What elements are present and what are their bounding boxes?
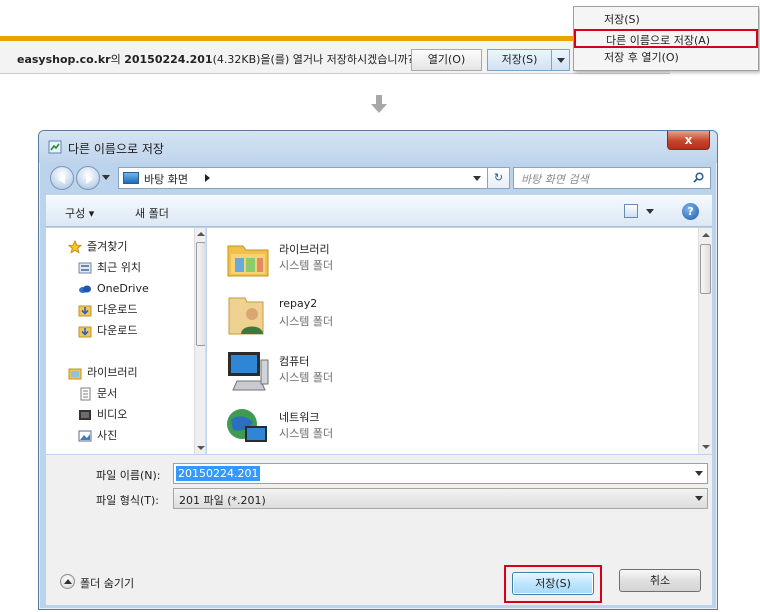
nav-label: 문서: [97, 387, 118, 400]
download-connector: 의: [110, 53, 125, 66]
search-placeholder: 바탕 화면 검색: [521, 173, 589, 186]
hide-folders-label: 폴더 숨기기: [80, 577, 135, 590]
nav-label: 최근 위치: [97, 261, 141, 274]
save-options-panel: 파일 이름(N): 20150224.201 파일 형식(T): 201 파일 …: [46, 455, 712, 605]
address-dropdown-icon[interactable]: [473, 176, 481, 181]
save-button-highlight: 저장(S): [504, 565, 602, 603]
organize-menu[interactable]: 구성 ▾: [65, 205, 94, 221]
filename-label: 파일 이름(N):: [96, 469, 161, 482]
navigation-row: 바탕 화면 ↻ 바탕 화면 검색: [46, 164, 712, 192]
filename-input[interactable]: 20150224.201: [173, 463, 708, 484]
dialog-title: 다른 이름으로 저장: [68, 142, 164, 156]
nav-label: 비디오: [97, 408, 128, 421]
filetype-dropdown-icon[interactable]: [695, 496, 703, 501]
refresh-button[interactable]: ↻: [488, 167, 510, 189]
menu-item-save-and-open[interactable]: 저장 후 열기(O): [574, 48, 758, 67]
desktop-icon: [123, 172, 139, 184]
save-dialog-icon: [48, 140, 62, 154]
file-list: 라이브러리 시스템 폴더 repay2 시스템 폴더 컴퓨터 시스템 폴더 네트…: [207, 228, 712, 454]
nav-label: OneDrive: [97, 282, 149, 295]
file-list-scrollbar[interactable]: [698, 228, 712, 454]
library-folder-icon: [227, 245, 269, 277]
back-button[interactable]: [50, 166, 74, 190]
item-type: 시스템 폴더: [279, 427, 334, 440]
dialog-title-bar: 다른 이름으로 저장 x: [39, 131, 717, 163]
video-icon: [79, 410, 91, 420]
breadcrumb-desktop[interactable]: 바탕 화면: [144, 171, 188, 187]
network-icon: [227, 409, 267, 442]
save-options-menu: 저장(S) 다른 이름으로 저장(A) 저장 후 열기(O): [573, 6, 759, 71]
cancel-button[interactable]: 취소: [619, 569, 701, 592]
item-name: repay2: [279, 297, 318, 310]
download-size-text: (4.32KB)을(를) 열거나 저장하시겠습니까?: [212, 53, 414, 66]
nav-label: 다운로드: [97, 324, 138, 337]
nav-label: 즐겨찾기: [87, 240, 128, 253]
document-icon: [80, 387, 91, 401]
item-name: 네트워크: [279, 411, 320, 424]
step-arrow-icon: [371, 95, 387, 115]
open-button[interactable]: 열기(O): [411, 49, 482, 71]
recent-locations-dropdown-icon[interactable]: [102, 175, 110, 180]
recent-places-icon: [78, 262, 92, 274]
dialog-save-button[interactable]: 저장(S): [512, 572, 594, 595]
filename-dropdown-icon[interactable]: [695, 471, 703, 476]
save-as-dialog: 다른 이름으로 저장 x 바탕 화면 ↻ 바탕 화면 검색 구성 ▾ 새 폴더 …: [38, 130, 718, 610]
library-icon: [68, 368, 82, 380]
menu-item-save-as[interactable]: 다른 이름으로 저장(A): [574, 29, 758, 48]
cloud-icon: [79, 285, 91, 293]
nav-scrollbar[interactable]: [194, 228, 205, 454]
forward-button[interactable]: [76, 166, 100, 190]
computer-icon: [228, 352, 269, 391]
nav-label: 사진: [97, 429, 118, 442]
item-type: 시스템 폴더: [279, 259, 334, 272]
view-dropdown-icon[interactable]: [646, 209, 654, 214]
forward-arrow-icon: [86, 174, 93, 184]
filetype-value: 201 파일 (*.201): [179, 494, 266, 507]
search-box[interactable]: 바탕 화면 검색: [513, 167, 711, 189]
breadcrumb-chevron-icon[interactable]: [205, 174, 210, 182]
menu-item-save[interactable]: 저장(S): [574, 10, 758, 29]
save-button[interactable]: 저장(S): [487, 49, 552, 71]
search-icon[interactable]: [693, 172, 704, 183]
download-site: easyshop.co.kr: [17, 53, 111, 66]
address-bar[interactable]: 바탕 화면: [118, 167, 488, 189]
download-folder-icon: [78, 305, 92, 317]
new-folder-button[interactable]: 새 폴더: [135, 205, 169, 221]
nav-label: 라이브러리: [87, 366, 138, 379]
star-icon: [68, 240, 82, 254]
item-type: 시스템 폴더: [279, 371, 334, 384]
user-folder-icon: [228, 297, 264, 335]
item-name: 컴퓨터: [279, 355, 310, 368]
filetype-label: 파일 형식(T):: [96, 494, 159, 507]
download-filename: 20150224.201: [124, 53, 213, 66]
collapse-icon: [60, 574, 75, 589]
nav-label: 다운로드: [97, 303, 138, 316]
item-name: 라이브러리: [279, 243, 330, 256]
item-type: 시스템 폴더: [279, 315, 334, 328]
filename-value[interactable]: 20150224.201: [176, 466, 261, 481]
save-dropdown-button[interactable]: [551, 49, 570, 71]
navigation-pane: 즐겨찾기 최근 위치 OneDrive 다운로드 다운로드 라이브러리 문서 비…: [46, 228, 206, 454]
filetype-select[interactable]: 201 파일 (*.201): [173, 488, 708, 509]
change-view-icon[interactable]: [624, 204, 638, 218]
help-icon[interactable]: ?: [682, 203, 699, 220]
command-toolbar: 구성 ▾ 새 폴더 ?: [46, 195, 712, 227]
back-arrow-icon: [58, 174, 65, 184]
download-bar: easyshop.co.kr의 20150224.201(4.32KB)을(를)…: [0, 36, 670, 74]
chevron-down-icon: [556, 57, 565, 63]
picture-icon: [78, 430, 92, 442]
download-message: easyshop.co.kr의 20150224.201(4.32KB)을(를)…: [17, 51, 413, 67]
download-folder-icon: [78, 326, 92, 338]
close-button[interactable]: x: [667, 131, 710, 150]
